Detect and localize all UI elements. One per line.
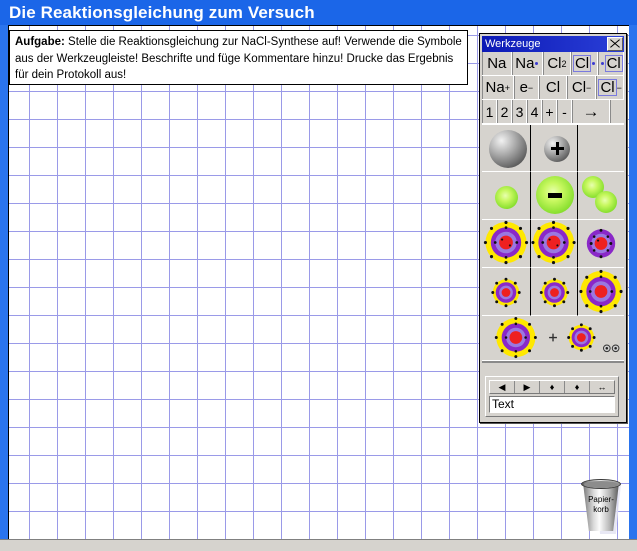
page-edge-left: [0, 25, 8, 539]
tool-bohr-reaction-scene[interactable]: [482, 316, 624, 361]
recycle-bin-rim-inner: [584, 481, 618, 488]
palette-title-text: Werkzeuge: [485, 38, 541, 50]
nav-resize-icon[interactable]: ↔: [590, 381, 614, 393]
tool-grey-sphere-plus[interactable]: [530, 125, 579, 172]
tool-bohr-atom-small-b[interactable]: [530, 268, 579, 316]
symbol-row-1: Na Na Cl 2 Cl Cl: [482, 52, 624, 76]
close-icon[interactable]: [607, 37, 623, 51]
tool-grey-sphere-large[interactable]: [482, 125, 531, 172]
tool-green-sphere-minus[interactable]: [530, 172, 579, 220]
bohr-atom-icon: [539, 277, 569, 308]
tool-sodium-lewis-one-dot[interactable]: Na: [511, 52, 544, 75]
tool-reaction-arrow[interactable]: →: [572, 100, 610, 123]
tool-chlorine-atom[interactable]: Cl: [539, 76, 567, 99]
picture-row-bohr-small: [482, 268, 624, 316]
grey-sphere-icon: [489, 130, 527, 168]
tool-plus-sign[interactable]: +: [542, 100, 557, 123]
tools-palette-window[interactable]: Werkzeuge Na Na Cl 2 Cl Cl Na + e − Cl C…: [479, 33, 627, 423]
tool-green-sphere-small[interactable]: [482, 172, 531, 220]
tool-chloride-lewis-anion[interactable]: Cl −: [596, 76, 624, 99]
tool-green-sphere-pair[interactable]: [578, 172, 624, 220]
picture-tools-section: [482, 124, 624, 363]
tool-sodium-atom[interactable]: Na: [482, 52, 512, 75]
symbol-row-3: 1 2 3 4 + - →: [482, 100, 624, 124]
nav-left-icon[interactable]: ◀: [490, 381, 515, 393]
tool-empty-slot-a[interactable]: [578, 125, 624, 172]
green-sphere-icon: [595, 191, 618, 213]
tool-bohr-atom-ion[interactable]: [578, 268, 624, 316]
nav-right-icon[interactable]: ▶: [515, 381, 540, 393]
tool-coefficient-3[interactable]: 3: [512, 100, 527, 123]
tool-bohr-atom-small-a[interactable]: [482, 268, 531, 316]
nav-down-icon[interactable]: ♦: [540, 381, 565, 393]
bohr-atom-icon: [587, 228, 616, 259]
plus-icon: [555, 142, 559, 155]
bohr-atom-icon: [491, 277, 521, 308]
tool-chlorine-molecule[interactable]: Cl 2: [543, 52, 571, 75]
tool-coefficient-2[interactable]: 2: [497, 100, 512, 123]
tool-coefficient-4[interactable]: 4: [527, 100, 542, 123]
tool-bohr-atom-medium[interactable]: [578, 220, 624, 268]
green-sphere-icon: [495, 186, 518, 209]
recycle-bin-label-line1: Papier-: [588, 495, 614, 504]
electron-dot-icon: [600, 62, 604, 65]
tool-minus-sign[interactable]: -: [557, 100, 572, 123]
tool-sodium-cation[interactable]: Na +: [482, 76, 514, 99]
recycle-bin-label-line2: korb: [593, 505, 609, 514]
tool-electron[interactable]: e −: [513, 76, 540, 99]
text-input[interactable]: Text: [489, 396, 615, 413]
task-instruction-box: Aufgabe: Stelle die Reaktionsgleichung z…: [9, 30, 468, 85]
text-nav-toolbar: ◀ ▶ ♦ ♦ ↔: [489, 380, 615, 394]
window-title-bar: Die Reaktionsgleichung zum Versuch: [0, 0, 637, 25]
symbol-row-filler: [610, 100, 624, 123]
page-edge-right: [629, 25, 637, 539]
electron-dot-icon: [592, 62, 596, 65]
tool-chlorine-lewis-left[interactable]: Cl: [570, 52, 599, 75]
symbol-row-2: Na + e − Cl Cl − Cl −: [482, 76, 624, 100]
picture-row-reaction-scene: [482, 316, 624, 362]
nav-up-icon[interactable]: ♦: [565, 381, 590, 393]
tool-coefficient-1[interactable]: 1: [482, 100, 497, 123]
picture-row-bohr-large: [482, 220, 624, 268]
tool-bohr-atom-large-b[interactable]: [530, 220, 579, 268]
recycle-bin-label: Papier- korb: [580, 495, 622, 515]
recycle-bin[interactable]: Papier- korb: [580, 476, 625, 536]
electron-dot-icon: [535, 62, 539, 65]
bohr-atom-icon: [531, 220, 576, 265]
minus-icon: [547, 193, 562, 198]
window-bottom-edge: [0, 539, 637, 551]
tool-chlorine-lewis-right[interactable]: Cl: [598, 52, 624, 75]
bohr-atom-icon: [579, 269, 623, 314]
application-window: Die Reaktionsgleichung zum Versuch Aufga…: [0, 0, 637, 551]
tool-bohr-atom-large-a[interactable]: [482, 220, 531, 268]
palette-title-bar[interactable]: Werkzeuge: [482, 36, 624, 52]
page-title: Die Reaktionsgleichung zum Versuch: [9, 3, 315, 22]
picture-row-green-spheres: [482, 172, 624, 220]
reaction-scene-icon: [494, 316, 620, 359]
bohr-atom-icon: [483, 220, 529, 265]
task-label: Aufgabe:: [15, 36, 65, 48]
picture-row-grey-spheres: [482, 125, 624, 172]
tool-chloride-anion[interactable]: Cl −: [566, 76, 597, 99]
task-text: Stelle die Reaktionsgleichung zur NaCl-S…: [15, 36, 462, 81]
palette-text-tool-section: ◀ ▶ ♦ ♦ ↔ Text: [485, 376, 619, 417]
